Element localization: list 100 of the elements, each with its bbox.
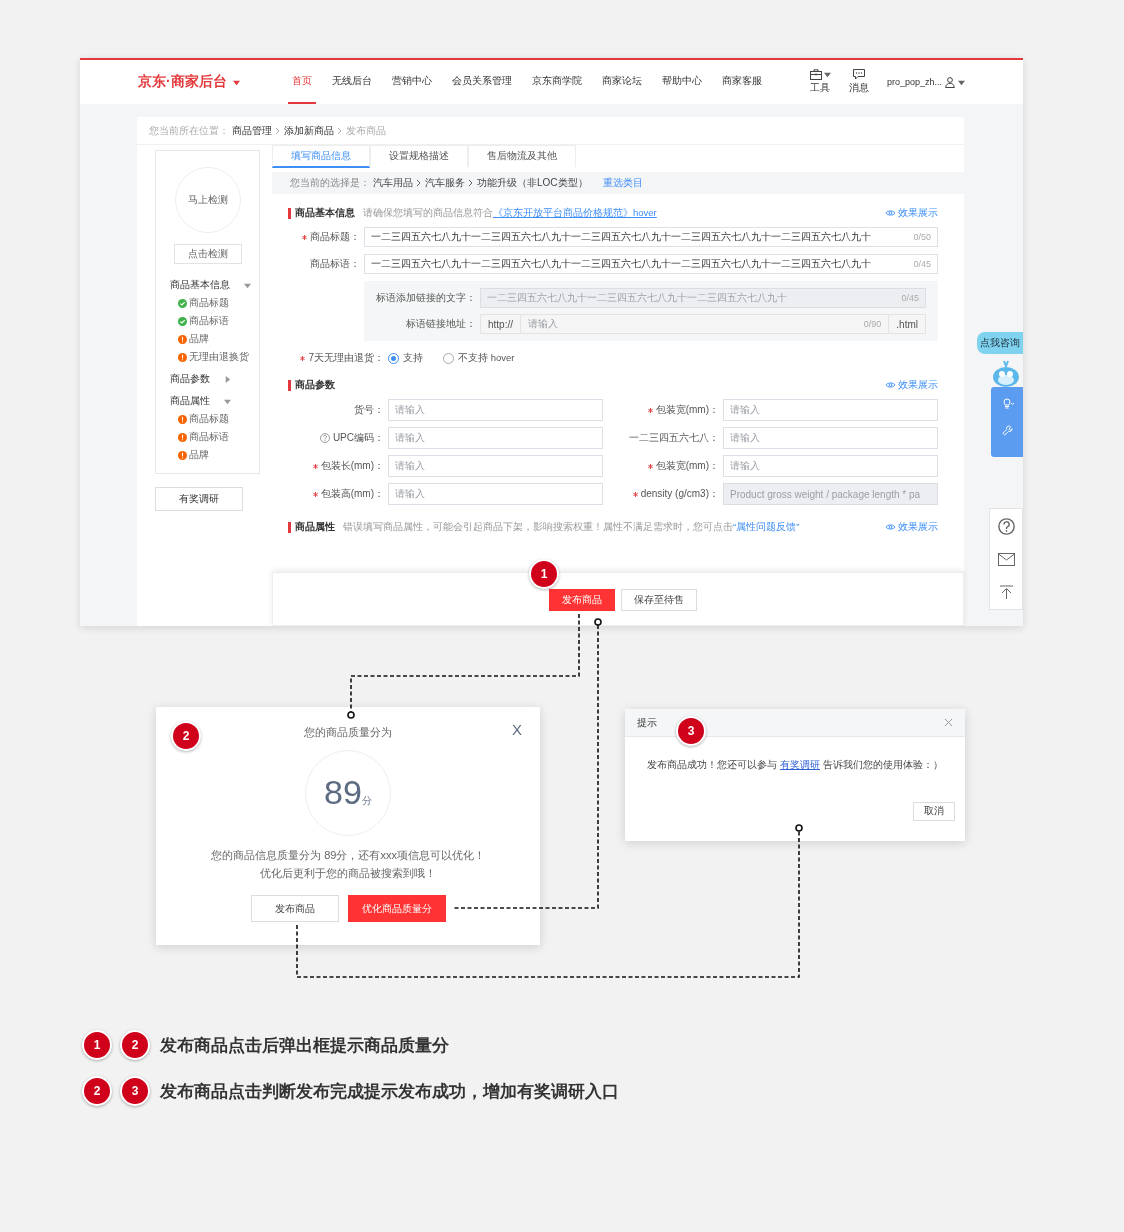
close-icon[interactable]: [944, 718, 953, 727]
section-marker: [288, 379, 291, 391]
field-label: 包装宽(mm)：: [655, 403, 719, 417]
section-title: 商品参数: [295, 378, 335, 392]
field-label: 包装高(mm)：: [320, 487, 384, 501]
chevron-icon: [275, 126, 281, 135]
field-label: 包装长(mm)：: [320, 459, 384, 473]
sidebar-section[interactable]: 商品属性: [170, 394, 210, 408]
dialog-message: 发布商品成功！您还可以参与 有奖调研 告诉我们您的使用体验：）: [646, 758, 944, 772]
required-icon: [312, 491, 318, 497]
section-title: 商品属性: [295, 520, 335, 534]
sidebar-item[interactable]: 商品标语: [170, 430, 259, 444]
tab[interactable]: 设置规格描述: [370, 145, 468, 168]
required-icon: [300, 355, 306, 361]
sidebar-item[interactable]: 无理由退换货: [170, 350, 259, 364]
caret-icon: [232, 78, 240, 86]
field-label: density (g/cm3)：: [640, 487, 719, 501]
breadcrumb-label: 您当前所在位置：: [149, 123, 229, 138]
cancel-button[interactable]: 取消: [913, 802, 955, 821]
publish-button[interactable]: 发布商品: [250, 895, 339, 922]
category-path-item: 功能升级（非LOC类型）: [477, 176, 588, 190]
caret-icon: [958, 78, 965, 86]
nav-item[interactable]: 首页: [287, 60, 316, 104]
optimize-button[interactable]: 优化商品质量分: [347, 895, 446, 922]
save-button[interactable]: 保存至待售: [621, 589, 697, 611]
radio-option[interactable]: 支持: [388, 351, 423, 365]
text-field[interactable]: 一二三四五六七八九十一二三四五六七八九十一二三四五六七八九十一二三四五六七八九十一二三四五六七八九十 0/50: [364, 227, 938, 247]
url-field[interactable]: http:// 请输入 0/90 .html: [480, 314, 926, 334]
hint-link[interactable]: 《京东开放平台商品价格规范》hover: [493, 206, 657, 218]
required-icon: [647, 463, 653, 469]
sidebar-item[interactable]: 商品标题: [170, 296, 259, 310]
field-label: 商品标题：: [310, 230, 360, 244]
help-icon: [319, 433, 330, 443]
user-menu[interactable]: pro_pop_zh...: [886, 76, 965, 88]
nav-item[interactable]: 商家论坛: [597, 60, 646, 104]
preview-link[interactable]: 效果展示: [885, 378, 938, 392]
survey-button[interactable]: 有奖调研: [155, 487, 243, 511]
warning-icon: [178, 334, 187, 344]
nav-item[interactable]: 帮助中心: [657, 60, 706, 104]
step-badge: 1: [529, 559, 559, 589]
sidebar-item[interactable]: 品牌: [170, 332, 259, 346]
logo[interactable]: 京东·商家后台: [138, 73, 240, 91]
toolbar-button[interactable]: 消息: [848, 69, 869, 95]
check-button[interactable]: 点击检测: [173, 244, 242, 264]
nav-item[interactable]: 商家客服: [717, 60, 766, 104]
step-badge: 2: [171, 721, 201, 751]
sidebar-section[interactable]: 商品参数: [170, 372, 210, 386]
step-badge: 2: [120, 1030, 150, 1060]
dialog-title: 提示: [637, 715, 657, 730]
preview-link[interactable]: 效果展示: [885, 206, 938, 220]
survey-link[interactable]: 有奖调研: [780, 759, 820, 770]
category-label: 您当前的选择是：: [290, 176, 370, 190]
field-label: 一二三四五六七八：: [629, 431, 719, 445]
warning-icon: [178, 414, 187, 424]
field-label: 货号：: [354, 403, 384, 417]
warning-icon: [178, 352, 187, 362]
breadcrumb-link[interactable]: 商品管理: [232, 123, 272, 138]
user-icon: [945, 76, 955, 88]
radio-option[interactable]: 不支持 hover: [443, 351, 515, 365]
section-marker: [288, 521, 291, 533]
field-label: UPC编码：: [332, 431, 384, 445]
toolbar-button[interactable]: 工具: [809, 69, 831, 95]
field-label: 商品标语：: [310, 257, 360, 271]
chat-icon: [852, 69, 865, 80]
sidebar-item[interactable]: 品牌: [170, 448, 259, 462]
close-button[interactable]: X: [512, 721, 522, 738]
sidebar-item[interactable]: 商品标题: [170, 412, 259, 426]
check-icon: [178, 316, 187, 326]
text-field[interactable]: 一二三四五六七八九十一二三四五六七八九十一二三四五六七八九十一二三四五六七八九十一二三四五六七八九十 0/45: [364, 254, 938, 274]
preview-link[interactable]: 效果展示: [885, 520, 938, 534]
required-icon: [302, 234, 307, 240]
chevron-icon: [468, 179, 474, 187]
warning-icon: [178, 450, 187, 460]
tab[interactable]: 售后物流及其他: [468, 145, 576, 168]
sidebar-item[interactable]: 商品标语: [170, 314, 259, 328]
legend-text: 发布商品点击后弹出框提示商品质量分: [160, 1034, 449, 1057]
legend-text: 发布商品点击判断发布完成提示发布成功，增加有奖调研入口: [160, 1080, 619, 1103]
section-title: 商品基本信息: [295, 206, 355, 220]
hint-link[interactable]: “属性问题反馈”: [733, 520, 800, 532]
dialog-message: 优化后更利于您的商品被搜索到哦！: [259, 866, 437, 881]
step-badge: 3: [120, 1076, 150, 1106]
breadcrumb-link[interactable]: 添加新商品: [284, 123, 334, 138]
nav-item[interactable]: 无线后台: [327, 60, 376, 104]
category-path-item: 汽车服务: [425, 176, 465, 190]
nav-item[interactable]: 会员关系管理: [447, 60, 516, 104]
nav-item[interactable]: 京东商学院: [527, 60, 586, 104]
nav-item[interactable]: 营销中心: [387, 60, 436, 104]
lightbulb-icon: [1000, 397, 1014, 409]
tab[interactable]: 填写商品信息: [272, 145, 370, 168]
sidebar-section[interactable]: 商品基本信息: [170, 278, 230, 292]
consult-bubble[interactable]: 点我咨询: [977, 332, 1023, 354]
section-hint: 错误填写商品属性，可能会引起商品下架，影响搜索权重！属性不满足需求时，您可点击“属性问题反馈”: [343, 520, 800, 534]
toolbox-icon: [809, 69, 822, 80]
required-icon: [632, 491, 638, 497]
chevron-icon: [416, 179, 422, 187]
eye-icon: [885, 209, 896, 217]
caret-icon: [823, 71, 831, 78]
publish-button[interactable]: 发布商品: [549, 589, 615, 611]
required-icon: [312, 463, 318, 469]
section-marker: [288, 207, 291, 219]
